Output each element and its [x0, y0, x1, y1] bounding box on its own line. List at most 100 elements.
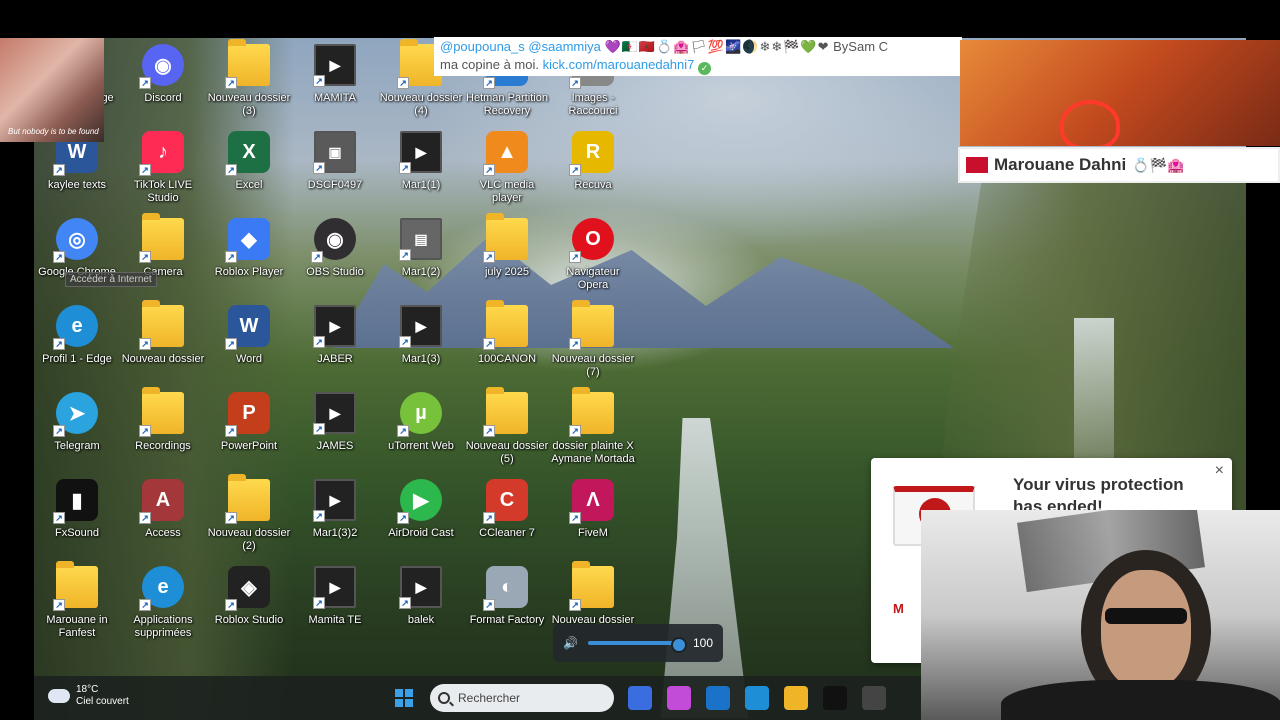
app-pinned-2[interactable]: [667, 686, 691, 710]
desktop-icon[interactable]: X ↗ Excel: [206, 131, 292, 192]
desktop-icon[interactable]: ↗ Nouveau dossier (3): [206, 39, 292, 118]
chat-text: ma copine à moi.: [440, 57, 539, 72]
desktop-icon[interactable]: R ↗ Recuva: [550, 131, 636, 192]
shortcut-arrow-icon: ↗: [569, 77, 581, 89]
desktop-icon[interactable]: Λ ↗ FiveM: [550, 479, 636, 540]
desktop-icon[interactable]: ↗ Camera: [120, 213, 206, 279]
chat-signature: BySam C: [833, 39, 889, 54]
desktop-icon[interactable]: e ↗ Profil 1 - Edge: [34, 305, 120, 366]
discord-icon: ◉ ↗: [139, 44, 184, 89]
desktop-icon[interactable]: ↗ Marouane in Fanfest: [34, 561, 120, 640]
desktop-icon[interactable]: O ↗ Navigateur Opera: [550, 218, 636, 292]
desktop-icon-label: FxSound: [54, 527, 100, 539]
desktop-icon[interactable]: ▶ ↗ Mar1(3): [378, 305, 464, 366]
desktop-icon[interactable]: ◈ ↗ Roblox Studio: [206, 566, 292, 627]
desktop-icon[interactable]: ▶ ↗ JABER: [292, 305, 378, 366]
chat-link[interactable]: kick.com/marouanedahni7: [543, 57, 695, 72]
webcam-person-face: [1101, 570, 1191, 690]
desktop-icon[interactable]: ▮ ↗ FxSound: [34, 479, 120, 540]
desktop-icon[interactable]: e ↗ Applications supprimées: [120, 566, 206, 640]
search-box[interactable]: Rechercher: [430, 684, 614, 712]
desktop-icon[interactable]: ♪ ↗ TikTok LIVE Studio: [120, 131, 206, 205]
folder-icon: ↗: [483, 213, 528, 263]
volume-slider[interactable]: [587, 637, 687, 653]
webcam-person-shirt: [1001, 680, 1280, 720]
desktop-icon[interactable]: ◆ ↗ Roblox Player: [206, 218, 292, 279]
desktop-icon[interactable]: A ↗ Access: [120, 479, 206, 540]
shortcut-arrow-icon: ↗: [483, 425, 495, 437]
shortcut-arrow-icon: ↗: [399, 162, 411, 174]
desktop-icon[interactable]: ◎↗Google Chrome: [34, 218, 120, 279]
desktop-icon[interactable]: ▶ ↗ Mamita TE: [292, 566, 378, 627]
desktop-icon[interactable]: ↗ july 2025: [464, 213, 550, 279]
shortcut-arrow-icon: ↗: [139, 164, 151, 176]
desktop-icon[interactable]: P ↗ PowerPoint: [206, 392, 292, 453]
desktop-icon[interactable]: ↗ 100CANON: [464, 300, 550, 366]
chat-message: @poupouna_s @saammiya 💜🇩🇿🇲🇦💍🏩🏳💯🌌🌒❄❄🏁💚❤ B…: [434, 37, 962, 76]
desktop-icon[interactable]: ◉ ↗ Discord: [120, 44, 206, 105]
desktop-icon-label: PowerPoint: [220, 440, 278, 452]
desktop-icon[interactable]: ▶ ↗ Mar1(3)2: [292, 479, 378, 540]
app-pinned-4[interactable]: [745, 686, 769, 710]
desktop-icon[interactable]: µ ↗ uTorrent Web: [378, 392, 464, 453]
desktop-icon[interactable]: ↗ Nouveau dossier: [120, 300, 206, 366]
chat-mention-1[interactable]: @poupouna_s: [440, 39, 525, 54]
desktop-icon[interactable]: ▶ ↗ Mar1(1): [378, 131, 464, 192]
app-pinned-5[interactable]: [784, 686, 808, 710]
desktop-icon-label: Roblox Player: [214, 266, 284, 278]
desktop-icon-label: FiveM: [578, 527, 608, 539]
app-pinned-1[interactable]: [628, 686, 652, 710]
desktop-icon[interactable]: ▶ ↗ AirDroid Cast: [378, 479, 464, 540]
sunglasses: [1105, 608, 1187, 624]
folder-icon: ↗: [139, 300, 184, 350]
desktop-icon[interactable]: ↗ Nouveau dossier: [550, 561, 636, 627]
desktop-icon[interactable]: ◐ ↗ Format Factory: [464, 566, 550, 627]
desktop-icon[interactable]: C ↗ CCleaner 7: [464, 479, 550, 540]
shortcut-arrow-icon: ↗: [313, 162, 325, 174]
desktop-icon[interactable]: ◉ ↗ OBS Studio: [292, 218, 378, 279]
3gp-file-icon: ▤ ↗: [399, 218, 442, 261]
shortcut-arrow-icon: ↗: [483, 251, 495, 263]
desktop-icon[interactable]: W ↗ Word: [206, 305, 292, 366]
shortcut-arrow-icon: ↗: [53, 251, 65, 263]
desktop-icon[interactable]: ▶ ↗ JAMES: [292, 392, 378, 453]
app-pinned-3[interactable]: [706, 686, 730, 710]
desktop-icon-label: MAMITA: [314, 92, 356, 104]
desktop-icon[interactable]: ↗ Recordings: [120, 387, 206, 453]
word-icon: W ↗: [225, 305, 270, 350]
shortcut-arrow-icon: ↗: [139, 338, 151, 350]
desktop-icon[interactable]: ▶ ↗ MAMITA: [292, 44, 378, 105]
app-pinned-7[interactable]: [862, 686, 886, 710]
shortcut-arrow-icon: ↗: [139, 512, 151, 524]
mcafee-logo: M: [893, 601, 904, 616]
shortcut-arrow-icon: ↗: [225, 512, 237, 524]
desktop-icon-label: Profil 1 - Edge: [42, 353, 112, 365]
desktop-icon[interactable]: ▲ ↗ VLC media player: [464, 131, 550, 205]
close-icon[interactable]: ×: [1215, 462, 1224, 480]
pinned-apps: [628, 686, 886, 710]
desktop-icon[interactable]: ➤ ↗ Telegram: [34, 392, 120, 453]
flag-icon: [966, 157, 988, 173]
heart-icon: [1060, 100, 1120, 146]
speaker-icon[interactable]: 🔊: [563, 636, 578, 650]
fivem-icon: Λ ↗: [569, 479, 614, 524]
desktop-icon[interactable]: ▣ ↗ DSCF0497: [292, 131, 378, 192]
video-file-icon: ▶ ↗: [399, 131, 442, 174]
desktop-icon[interactable]: ↗ Nouveau dossier (7): [550, 300, 636, 379]
weather-widget[interactable]: 18°C Ciel couvert: [48, 684, 129, 708]
start-button[interactable]: [392, 686, 416, 710]
desktop-icon[interactable]: ▤ ↗ Mar1(2): [378, 218, 464, 279]
stream-banner-image: [960, 40, 1280, 146]
desktop-icon-label: VLC media player: [479, 179, 535, 204]
desktop-icon-label: dossier plainte X Aymane Mortada: [551, 440, 635, 465]
shortcut-arrow-icon: ↗: [311, 251, 323, 263]
desktop-icon[interactable]: ▶ ↗ balek: [378, 566, 464, 627]
desktop-icon[interactable]: ↗ dossier plainte X Aymane Mortada: [550, 387, 636, 466]
chat-mention-2[interactable]: @saammiya: [528, 39, 600, 54]
desktop-icon[interactable]: ↗ Nouveau dossier (5): [464, 387, 550, 466]
desktop-icon-label: Navigateur Opera: [566, 266, 620, 291]
desktop-icon-label: JAMES: [316, 440, 354, 452]
desktop-icon[interactable]: ↗ Nouveau dossier (2): [206, 474, 292, 553]
app-pinned-6[interactable]: [823, 686, 847, 710]
shortcut-arrow-icon: ↗: [483, 512, 495, 524]
